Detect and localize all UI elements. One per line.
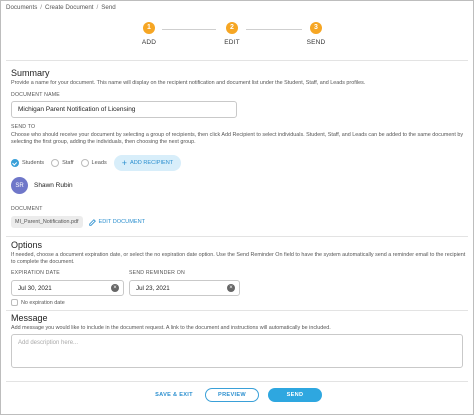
step-label: EDIT bbox=[224, 39, 240, 46]
options-description: If needed, choose a document expiration … bbox=[11, 252, 466, 265]
breadcrumb-send: Send bbox=[101, 4, 116, 11]
clear-icon[interactable]: × bbox=[227, 284, 235, 292]
step-edit[interactable]: 2 EDIT bbox=[212, 22, 252, 46]
document-name-input[interactable]: Michigan Parent Notification of Licensin… bbox=[11, 101, 237, 118]
radio-leads[interactable]: Leads bbox=[80, 159, 107, 167]
recipient-group-radios: Students Staff Leads + ADD RECIPIENT bbox=[11, 155, 182, 171]
step-add[interactable]: 1 ADD bbox=[129, 22, 169, 46]
edit-document-link[interactable]: EDIT DOCUMENT bbox=[88, 218, 146, 226]
expiration-date-value: Jul 30, 2021 bbox=[18, 284, 52, 292]
footer-actions: SAVE & EXIT PREVIEW SEND bbox=[0, 388, 474, 402]
divider bbox=[6, 236, 468, 237]
document-file-chip: MI_Parent_Notification.pdf bbox=[11, 216, 83, 228]
breadcrumb: Documents / Create Document / Send bbox=[6, 4, 116, 11]
step-number: 2 bbox=[226, 22, 238, 34]
add-recipient-label: ADD RECIPIENT bbox=[130, 160, 174, 166]
breadcrumb-create-document[interactable]: Create Document bbox=[45, 4, 94, 11]
step-label: SEND bbox=[306, 39, 326, 46]
step-label: ADD bbox=[141, 39, 157, 46]
step-connector bbox=[246, 29, 302, 30]
avatar: SR bbox=[11, 177, 28, 194]
step-send[interactable]: 3 SEND bbox=[296, 22, 336, 46]
recipient-item: SR Shawn Rubin bbox=[11, 177, 73, 194]
message-placeholder: Add description here... bbox=[18, 340, 79, 346]
send-to-label: SEND TO bbox=[11, 124, 36, 130]
radio-label: Students bbox=[22, 160, 45, 166]
step-number: 3 bbox=[310, 22, 322, 34]
radio-students[interactable]: Students bbox=[11, 159, 44, 167]
radio-staff[interactable]: Staff bbox=[51, 159, 74, 167]
breadcrumb-documents[interactable]: Documents bbox=[6, 4, 37, 11]
step-number: 1 bbox=[143, 22, 155, 34]
breadcrumb-separator: / bbox=[96, 4, 99, 11]
edit-document-label: EDIT DOCUMENT bbox=[98, 219, 146, 225]
step-connector bbox=[162, 29, 216, 30]
plus-icon: + bbox=[121, 157, 128, 168]
summary-description: Provide a name for your document. This n… bbox=[11, 80, 366, 86]
divider bbox=[6, 60, 468, 61]
options-title: Options bbox=[11, 240, 43, 250]
radio-label: Leads bbox=[91, 160, 107, 166]
clear-icon[interactable]: × bbox=[111, 284, 119, 292]
radio-checked-icon bbox=[11, 159, 19, 167]
expiration-date-input[interactable]: Jul 30, 2021 × bbox=[11, 280, 124, 296]
expiration-date-label: EXPIRATION DATE bbox=[11, 270, 60, 276]
preview-button[interactable]: PREVIEW bbox=[205, 388, 259, 402]
document-row: MI_Parent_Notification.pdf EDIT DOCUMENT bbox=[11, 216, 145, 228]
breadcrumb-separator: / bbox=[40, 4, 43, 11]
no-expiration-checkbox[interactable] bbox=[11, 299, 18, 306]
radio-unchecked-icon bbox=[80, 159, 89, 167]
document-name-label: DOCUMENT NAME bbox=[11, 92, 60, 98]
send-to-description: Choose who should receive your document … bbox=[11, 132, 464, 145]
add-recipient-button[interactable]: + ADD RECIPIENT bbox=[113, 155, 182, 171]
pencil-icon bbox=[88, 218, 96, 226]
stepper: 1 ADD 2 EDIT 3 SEND bbox=[0, 22, 474, 52]
send-reminder-label: SEND REMINDER ON bbox=[129, 270, 185, 276]
radio-unchecked-icon bbox=[51, 159, 60, 167]
message-title: Message bbox=[11, 313, 48, 323]
send-reminder-input[interactable]: Jul 23, 2021 × bbox=[129, 280, 240, 296]
no-expiration-label: No expiration date bbox=[21, 299, 65, 306]
summary-title: Summary bbox=[11, 68, 50, 78]
save-exit-button[interactable]: SAVE & EXIT bbox=[152, 388, 196, 402]
message-textarea[interactable]: Add description here... bbox=[11, 334, 463, 368]
recipient-name: Shawn Rubin bbox=[34, 182, 73, 189]
message-description: Add message you would like to include in… bbox=[11, 325, 331, 331]
send-reminder-value: Jul 23, 2021 bbox=[136, 284, 170, 292]
document-name-value: Michigan Parent Notification of Licensin… bbox=[18, 106, 136, 113]
document-label: DOCUMENT bbox=[11, 206, 43, 212]
radio-label: Staff bbox=[62, 160, 74, 166]
divider bbox=[6, 381, 468, 382]
send-button[interactable]: SEND bbox=[268, 388, 322, 402]
divider bbox=[6, 310, 468, 311]
no-expiration-checkbox-row[interactable]: No expiration date bbox=[11, 299, 65, 306]
